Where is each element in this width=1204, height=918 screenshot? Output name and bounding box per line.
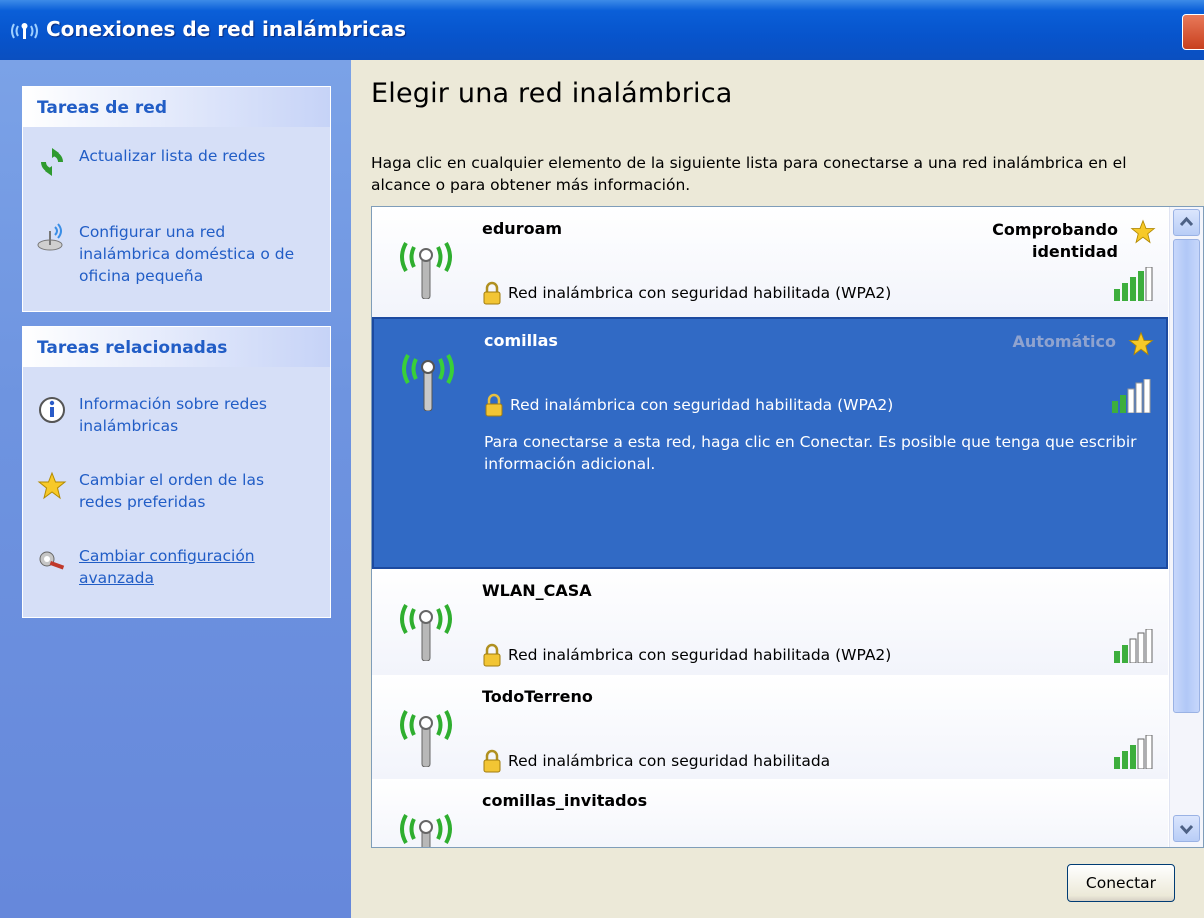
task-info-label: Información sobre redes inalámbricas bbox=[79, 395, 268, 435]
signal-strength-icon bbox=[1114, 629, 1153, 663]
main-pane: Elegir una red inalámbrica Haga clic en … bbox=[351, 60, 1204, 918]
page-title: Elegir una red inalámbrica bbox=[371, 78, 733, 109]
preferred-star-icon bbox=[1128, 331, 1154, 356]
antenna-icon bbox=[400, 710, 452, 767]
network-description: Para conectarse a esta red, haga clic en… bbox=[484, 433, 1137, 473]
task-advanced-label: Cambiar configuración avanzada bbox=[79, 547, 255, 587]
network-tasks-header[interactable]: Tareas de red bbox=[23, 87, 330, 127]
network-security: Red inalámbrica con seguridad habilitada… bbox=[482, 281, 891, 305]
wireless-icon bbox=[11, 23, 38, 39]
wireless-setup-icon bbox=[37, 223, 63, 251]
title-bar: Conexiones de red inalámbricas bbox=[0, 0, 1204, 60]
network-security: Red inalámbrica con seguridad habilitada… bbox=[482, 643, 891, 667]
network-security-label: Red inalámbrica con seguridad habilitada… bbox=[508, 284, 892, 302]
network-item[interactable]: eduroam Comprobando identidad Red inalám… bbox=[372, 207, 1168, 318]
network-item[interactable]: comillas_invitados bbox=[372, 779, 1168, 848]
antenna-icon bbox=[400, 814, 452, 847]
network-status: Comprobando identidad bbox=[992, 220, 1118, 261]
network-name: eduroam bbox=[482, 219, 563, 238]
task-order-label: Cambiar el orden de las redes preferidas bbox=[79, 471, 265, 511]
network-name: comillas bbox=[484, 331, 558, 350]
chevron-up-icon bbox=[1179, 216, 1194, 227]
antenna-icon bbox=[400, 242, 452, 299]
scroll-up-button[interactable] bbox=[1173, 209, 1200, 236]
network-status: Automático bbox=[1012, 332, 1117, 351]
network-name: WLAN_CASA bbox=[482, 581, 592, 600]
network-name: comillas_invitados bbox=[482, 791, 648, 810]
network-security: Red inalámbrica con seguridad habilitada… bbox=[484, 393, 893, 417]
lock-icon bbox=[483, 281, 501, 305]
lock-icon bbox=[483, 749, 501, 773]
chevron-down-icon bbox=[1179, 824, 1194, 835]
network-item[interactable]: WLAN_CASA Red inalámbrica con seguridad … bbox=[372, 569, 1168, 676]
preferred-star-icon bbox=[1130, 219, 1156, 244]
task-setup-wireless[interactable]: Configurar una red inalámbrica doméstica… bbox=[37, 221, 327, 287]
task-pane: Tareas de red Actualizar lista de redes … bbox=[0, 60, 351, 918]
close-icon[interactable] bbox=[1182, 14, 1204, 50]
signal-strength-icon bbox=[1112, 835, 1154, 848]
network-list[interactable]: eduroam Comprobando identidad Red inalám… bbox=[371, 206, 1204, 848]
network-security-label: Red inalámbrica con seguridad habilitada… bbox=[508, 646, 892, 664]
intro-text: Haga clic en cualquier elemento de la si… bbox=[371, 154, 1127, 194]
task-change-order[interactable]: Cambiar el orden de las redes preferidas bbox=[37, 469, 327, 513]
window-title: Conexiones de red inalámbricas bbox=[46, 17, 407, 41]
lock-icon bbox=[485, 393, 503, 417]
network-security: Red inalámbrica con seguridad habilitada bbox=[482, 749, 830, 773]
star-icon bbox=[37, 471, 67, 500]
antenna-icon bbox=[400, 604, 452, 661]
scroll-thumb[interactable] bbox=[1173, 239, 1200, 713]
task-setup-label: Configurar una red inalámbrica doméstica… bbox=[79, 223, 295, 285]
network-security-label: Red inalámbrica con seguridad habilitada bbox=[508, 752, 831, 770]
task-refresh-label: Actualizar lista de redes bbox=[79, 147, 266, 165]
network-item-selected[interactable]: comillas Automático Red inalámbrica con … bbox=[372, 317, 1168, 569]
connect-button[interactable]: Conectar bbox=[1067, 864, 1175, 902]
related-tasks-header[interactable]: Tareas relacionadas bbox=[23, 327, 330, 367]
signal-strength-icon bbox=[1114, 267, 1153, 301]
network-item[interactable]: TodoTerreno Red inalámbrica con segurida… bbox=[372, 675, 1168, 780]
lock-icon bbox=[483, 643, 501, 667]
network-name: TodoTerreno bbox=[482, 687, 593, 706]
task-wireless-info[interactable]: Información sobre redes inalámbricas bbox=[37, 393, 327, 437]
signal-strength-icon bbox=[1112, 379, 1151, 413]
signal-strength-icon bbox=[1114, 735, 1153, 769]
related-tasks-panel: Tareas relacionadas Información sobre re… bbox=[22, 326, 331, 618]
network-security-label: Red inalámbrica con seguridad habilitada… bbox=[510, 396, 894, 414]
network-list-scrollbar[interactable] bbox=[1169, 207, 1203, 847]
network-tasks-panel: Tareas de red Actualizar lista de redes … bbox=[22, 86, 331, 312]
advanced-settings-icon bbox=[39, 551, 65, 570]
task-refresh-networks[interactable]: Actualizar lista de redes bbox=[37, 145, 327, 177]
refresh-icon bbox=[41, 148, 63, 176]
task-advanced-settings[interactable]: Cambiar configuración avanzada bbox=[37, 545, 327, 589]
info-icon bbox=[39, 397, 65, 423]
antenna-icon bbox=[402, 354, 454, 411]
scroll-down-button[interactable] bbox=[1173, 815, 1200, 842]
